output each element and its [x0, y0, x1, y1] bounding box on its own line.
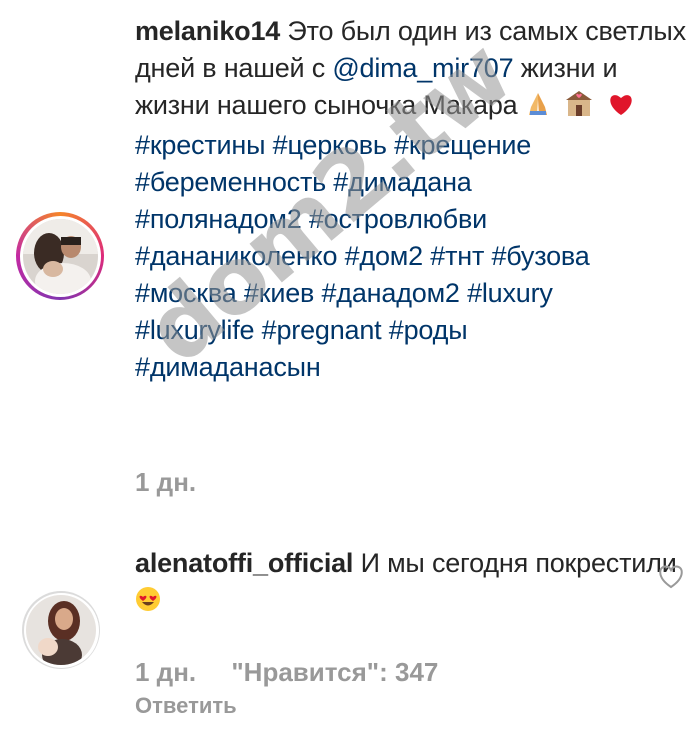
hashtag-link[interactable]: #данадом2: [321, 278, 459, 308]
hashtag-link[interactable]: #крестины: [135, 130, 266, 160]
hashtag-link[interactable]: #дананиколенко: [135, 241, 337, 271]
comment-text: alenatoffi_official И мы сегодня покрест…: [135, 545, 690, 622]
hashtag-link[interactable]: #киев: [244, 278, 314, 308]
username-link[interactable]: melaniko14: [135, 16, 280, 46]
comment-time[interactable]: 1 дн.: [135, 657, 196, 687]
hashtag-link[interactable]: #дом2: [345, 241, 424, 271]
hashtag-link[interactable]: #luxury: [467, 278, 553, 308]
hashtag-link[interactable]: #беременность: [135, 167, 326, 197]
hashtag-link[interactable]: #димаданасын: [135, 352, 321, 382]
hashtag-link[interactable]: #островлюбви: [309, 204, 487, 234]
reply-button[interactable]: Ответить: [135, 693, 237, 719]
hashtag-link[interactable]: #тнт: [430, 241, 484, 271]
avatar-photo: [26, 595, 96, 665]
comment-meta: 1 дн.: [135, 467, 224, 498]
comment-meta: 1 дн. "Нравится": 347: [135, 657, 466, 688]
comment-text: melaniko14 Это был один из самых светлых…: [135, 16, 686, 382]
hashtag-link[interactable]: #бузова: [491, 241, 589, 271]
likes-count[interactable]: "Нравится": 347: [231, 657, 438, 687]
heart-eyes-emoji: [135, 585, 161, 622]
hashtag-link[interactable]: #москва: [135, 278, 237, 308]
comment-time[interactable]: 1 дн.: [135, 467, 196, 497]
comment-melaniko14: melaniko14 Это был один из самых светлых…: [0, 0, 700, 520]
hashtag-link[interactable]: #luxurylife: [135, 315, 255, 345]
hashtag-link[interactable]: #церковь: [273, 130, 387, 160]
heart-emoji: [607, 90, 635, 127]
mention-link[interactable]: @dima_mir707: [332, 53, 513, 83]
wedding-church-emoji: [564, 89, 594, 127]
hashtag-link[interactable]: #крещение: [394, 130, 531, 160]
hashtag-link[interactable]: #роды: [389, 315, 468, 345]
like-heart-icon[interactable]: [658, 565, 684, 589]
hashtag-link[interactable]: #pregnant: [262, 315, 382, 345]
comment-alenatoffi: alenatoffi_official И мы сегодня покрест…: [0, 520, 700, 729]
avatar-photo: [22, 218, 98, 294]
hashtag-link[interactable]: #полянадом2: [135, 204, 302, 234]
avatar-alenatoffi[interactable]: [22, 591, 100, 669]
avatar-melaniko14[interactable]: [16, 212, 104, 300]
praying-hands-emoji: [525, 90, 551, 127]
username-link[interactable]: alenatoffi_official: [135, 548, 353, 578]
hashtag-link[interactable]: #димадана: [333, 167, 472, 197]
